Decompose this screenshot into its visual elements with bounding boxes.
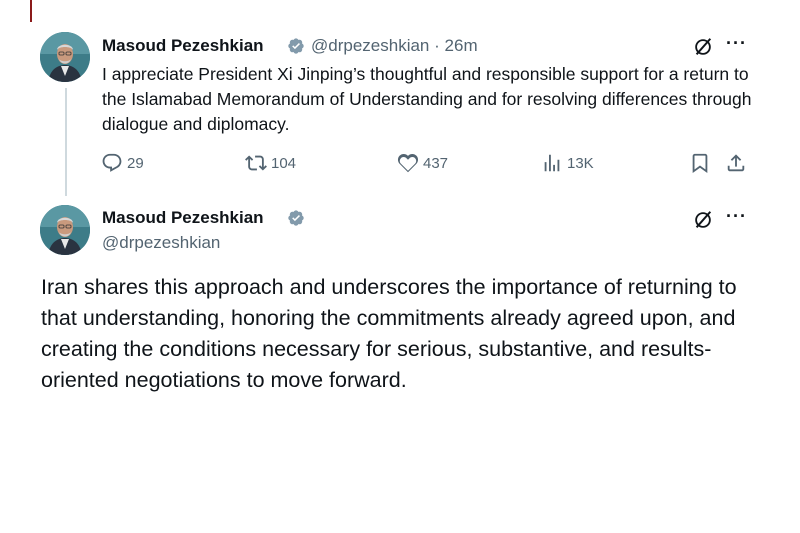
author-handle[interactable]: @drpezeshkian	[311, 36, 429, 55]
avatar[interactable]	[40, 32, 90, 82]
tweet-text: Iran shares this approach and underscore…	[41, 275, 737, 392]
avatar[interactable]	[40, 205, 90, 255]
time-separator: ·	[434, 36, 440, 55]
views-icon	[544, 154, 560, 172]
views-button[interactable]: 13K	[541, 151, 594, 175]
share-button[interactable]	[725, 151, 751, 175]
like-button[interactable]: 437	[397, 151, 448, 175]
verified-badge-icon	[288, 210, 304, 226]
author-handle[interactable]: @drpezeshkian	[102, 233, 220, 253]
thread-connector-line	[65, 88, 67, 196]
grok-icon[interactable]	[692, 209, 714, 231]
bookmark-button[interactable]	[689, 151, 715, 175]
share-icon	[727, 154, 745, 172]
author-name[interactable]: Masoud Pezeshkian	[102, 208, 264, 228]
edge-divider	[30, 0, 32, 22]
timestamp[interactable]: 26m	[445, 36, 478, 55]
verified-badge-icon	[288, 38, 304, 54]
author-handle-and-time[interactable]: @drpezeshkian · 26m	[311, 36, 478, 56]
repost-button[interactable]: 104	[245, 151, 296, 175]
reply-icon	[102, 153, 122, 172]
bookmark-icon	[692, 153, 708, 174]
reply-count: 29	[127, 154, 144, 172]
grok-icon[interactable]	[692, 36, 714, 58]
repost-icon	[245, 155, 267, 171]
tweet-text: I appreciate President Xi Jinping’s thou…	[102, 64, 752, 134]
views-count: 13K	[567, 154, 594, 172]
repost-count: 104	[271, 154, 297, 172]
reply-button[interactable]: 29	[101, 151, 144, 175]
like-icon	[397, 153, 419, 173]
author-name[interactable]: Masoud Pezeshkian	[102, 36, 264, 56]
more-icon[interactable]: ···	[726, 206, 747, 227]
like-count: 437	[423, 154, 449, 172]
more-icon[interactable]: ···	[726, 33, 747, 54]
